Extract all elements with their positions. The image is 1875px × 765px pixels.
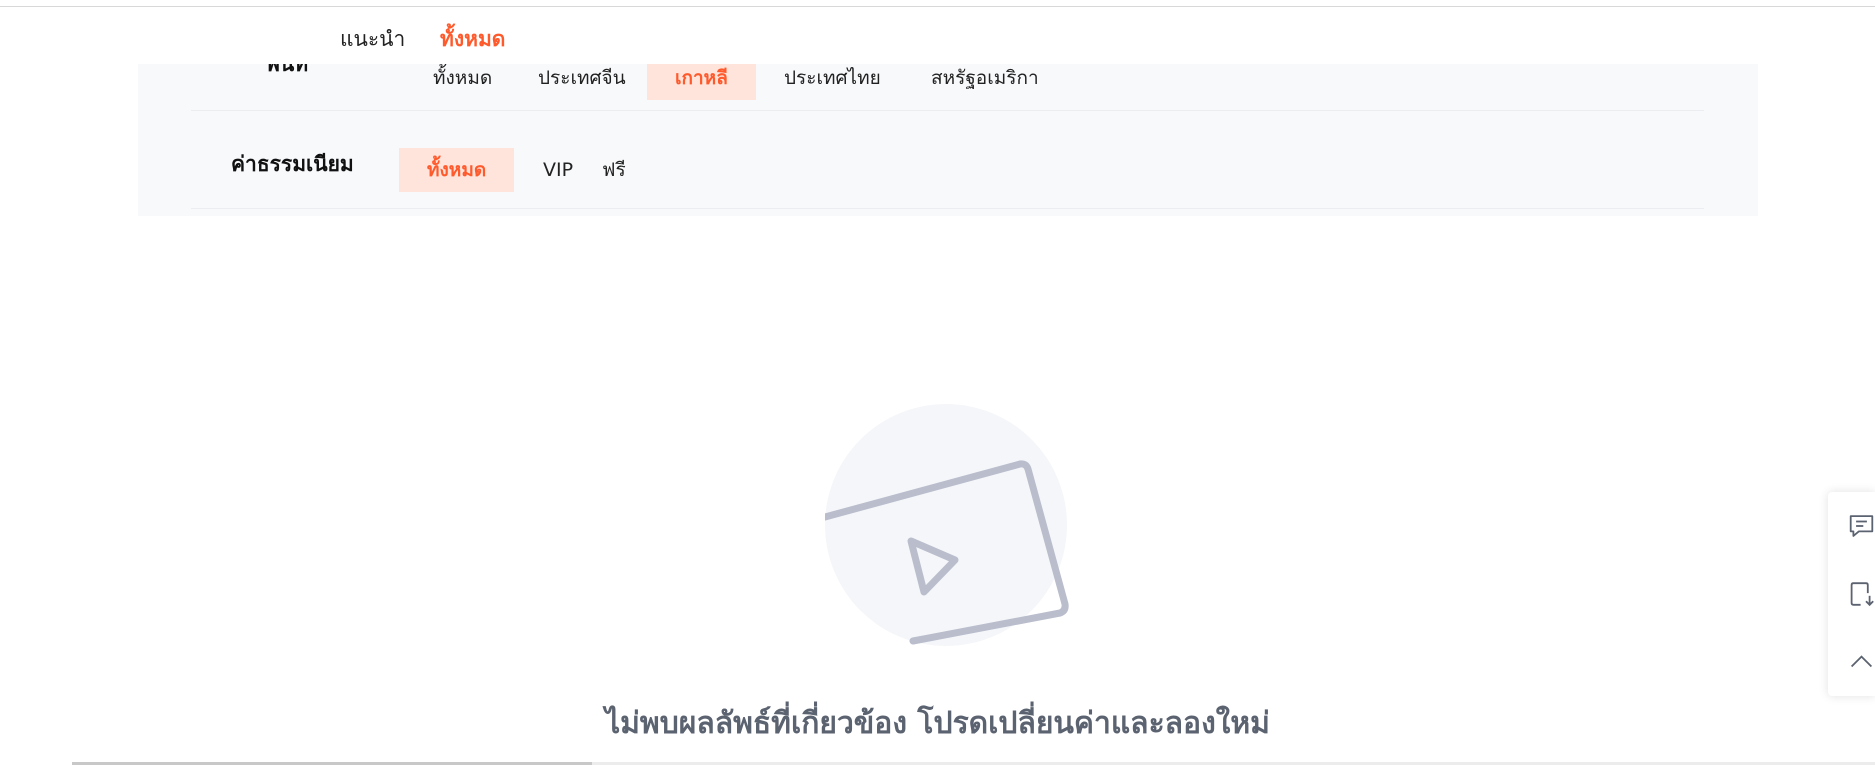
filter-panel: พื้นที่ ทั้งหมด ประเทศจีน เกาหลี ประเทศไ… — [138, 52, 1758, 216]
page: แนะนำ ทั้งหมด พื้นที่ ทั้งหมด ประเทศจีน … — [0, 0, 1875, 765]
fee-option-free[interactable]: ฟรี — [574, 148, 654, 192]
download-app-icon — [1850, 582, 1874, 607]
back-to-top-button[interactable] — [1828, 628, 1875, 696]
feedback-button[interactable] — [1828, 492, 1875, 560]
top-tab-bar: แนะนำ ทั้งหมด — [0, 7, 1875, 64]
download-app-button[interactable] — [1828, 560, 1875, 628]
fee-label: ค่าธรรมเนียม — [231, 152, 354, 176]
tab-recommend[interactable]: แนะนำ — [340, 23, 405, 56]
filter-row-fee: ค่าธรรมเนียม ทั้งหมด VIP ฟรี — [191, 110, 1704, 209]
feedback-icon — [1849, 515, 1874, 537]
fee-option-all[interactable]: ทั้งหมด — [399, 148, 515, 192]
side-toolbar — [1828, 492, 1875, 696]
tab-all[interactable]: ทั้งหมด — [440, 23, 505, 56]
back-to-top-icon — [1850, 655, 1873, 668]
video-play-icon — [825, 404, 1069, 646]
empty-result-message: ไม่พบผลลัพธ์ที่เกี่ยวข้อง โปรดเปลี่ยนค่า… — [605, 706, 1270, 741]
